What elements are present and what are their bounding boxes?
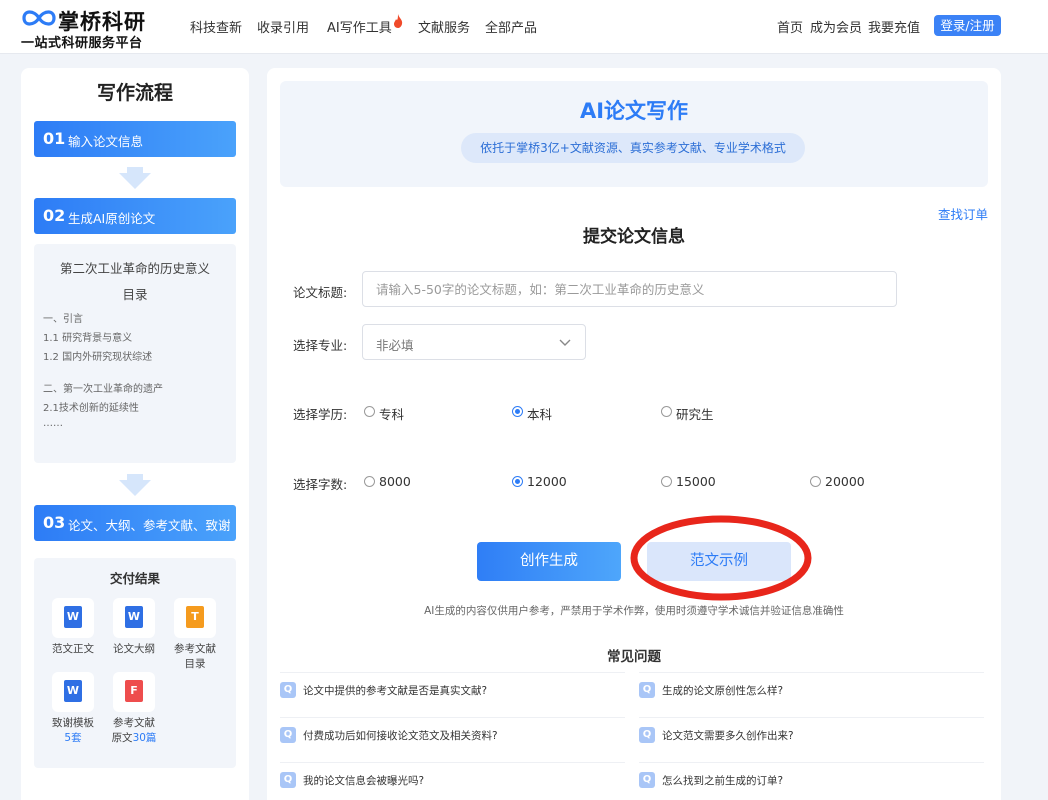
nav-sci-novelty[interactable]: 科技查新 xyxy=(190,17,242,36)
outline-line: 1.1 研究背景与意义 xyxy=(43,333,133,344)
text-doc-icon: T xyxy=(186,606,204,628)
main-panel: AI论文写作 依托于掌桥3亿+文献资源、真实参考文献、专业学术格式 查找订单 提… xyxy=(267,68,1001,800)
writing-process-sidebar: 写作流程 01 输入论文信息 02 生成AI原创论文 第二次工业革命的历史意义 … xyxy=(21,68,249,800)
step-down-arrow-icon xyxy=(119,167,151,189)
question-badge-icon: Q xyxy=(280,682,296,698)
word-doc-icon: W xyxy=(64,680,82,702)
generate-button[interactable]: 创作生成 xyxy=(477,542,621,581)
question-badge-icon: Q xyxy=(280,772,296,788)
hero-banner: AI论文写作 依托于掌桥3亿+文献资源、真实参考文献、专业学术格式 xyxy=(280,81,988,187)
step-1-input-info: 01 输入论文信息 xyxy=(34,121,236,157)
nav-literature[interactable]: 文献服务 xyxy=(418,17,470,36)
hot-flame-icon xyxy=(394,14,403,28)
nav-ai-writing[interactable]: AI写作工具 xyxy=(327,17,392,36)
faq-question: 论文范文需要多久创作出来? xyxy=(662,730,794,742)
step-number: 03 xyxy=(43,513,66,532)
word-count-label: 选择字数: xyxy=(293,477,348,492)
banner-title: AI论文写作 xyxy=(579,99,689,123)
nav-home[interactable]: 首页 xyxy=(777,17,803,36)
delivery-results-card: 交付结果 W 范文正文 W 论文大纲 T 参考文献目录 W 致谢模板 5套 F … xyxy=(34,558,236,768)
major-selected-value: 非必填 xyxy=(376,338,414,353)
step-number: 02 xyxy=(43,206,66,225)
faq-question: 付费成功后如何接收论文范文及相关资料? xyxy=(303,730,498,742)
result-count: 30篇 xyxy=(132,732,157,744)
faq-item[interactable]: Q 付费成功后如何接收论文范文及相关资料? xyxy=(280,717,625,751)
form-title: 提交论文信息 xyxy=(583,227,685,247)
step-label: 输入论文信息 xyxy=(68,134,144,149)
outline-line: 一、引言 xyxy=(43,314,83,325)
question-badge-icon: Q xyxy=(639,727,655,743)
faq-item[interactable]: Q 我的论文信息会被曝光吗? xyxy=(280,762,625,796)
faq-question: 我的论文信息会被曝光吗? xyxy=(303,775,425,787)
word-doc-icon: W xyxy=(64,606,82,628)
faq-question: 怎么找到之前生成的订单? xyxy=(662,775,784,787)
word-doc-icon: W xyxy=(125,606,143,628)
sample-example-button[interactable]: 范文示例 xyxy=(647,542,791,581)
step-number: 01 xyxy=(43,129,66,148)
result-label: 致谢模板 xyxy=(52,717,94,729)
result-label: 论文大纲 xyxy=(113,643,155,655)
outline-title: 第二次工业革命的历史意义 xyxy=(59,261,210,276)
nav-recharge[interactable]: 我要充值 xyxy=(868,17,920,36)
faq-question: 论文中提供的参考文献是否是真实文献? xyxy=(303,685,488,697)
brand-logo[interactable]: 掌桥科研 一站式科研服务平台 xyxy=(20,4,160,51)
major-label: 选择专业: xyxy=(293,338,348,353)
radio-circle xyxy=(364,406,375,417)
paper-title-input[interactable] xyxy=(362,271,897,307)
step-3-deliverables: 03 论文、大纲、参考文献、致谢 xyxy=(34,505,236,541)
step-label: 生成AI原创论文 xyxy=(68,211,156,226)
question-badge-icon: Q xyxy=(639,682,655,698)
result-label: 参考文献原文30篇 xyxy=(111,717,157,744)
radio-circle xyxy=(661,406,672,417)
brand-tagline: 一站式科研服务平台 xyxy=(21,36,143,51)
faq-question: 生成的论文原创性怎么样? xyxy=(662,685,784,697)
result-label: 范文正文 xyxy=(52,643,94,655)
result-label: 参考文献目录 xyxy=(174,643,216,670)
sample-outline-card: 第二次工业革命的历史意义 目录 一、引言 1.1 研究背景与意义 1.2 国内外… xyxy=(34,244,236,463)
result-count: 5套 xyxy=(64,732,82,744)
outline-line: …… xyxy=(43,418,63,429)
nav-membership[interactable]: 成为会员 xyxy=(810,17,862,36)
login-register-button[interactable]: 登录/注册 xyxy=(934,15,1001,36)
outline-line: 1.2 国内外研究现状综述 xyxy=(43,352,153,363)
step-label: 论文、大纲、参考文献、致谢 xyxy=(68,518,231,533)
radio-circle-selected xyxy=(512,406,523,417)
outline-line: 二、第一次工业革命的遗产 xyxy=(43,384,163,395)
step-down-arrow-icon xyxy=(119,474,151,496)
major-select[interactable]: 非必填 xyxy=(362,324,586,360)
radio-circle xyxy=(810,476,821,487)
faq-item[interactable]: Q 论文范文需要多久创作出来? xyxy=(639,717,984,751)
faq-title: 常见问题 xyxy=(607,649,661,665)
logo-infinity-icon xyxy=(22,10,56,26)
faq-item[interactable]: Q 怎么找到之前生成的订单? xyxy=(639,762,984,796)
outline-line: 2.1技术创新的延续性 xyxy=(43,403,139,414)
nav-all-products[interactable]: 全部产品 xyxy=(485,17,537,36)
ai-disclaimer: AI生成的内容仅供用户参考，严禁用于学术作弊，使用时须遵守学术诚信并验证信息准确… xyxy=(424,605,844,617)
top-header: 掌桥科研 一站式科研服务平台 科技查新 收录引用 AI写作工具 文献服务 全部产… xyxy=(0,0,1048,54)
banner-subtitle: 依托于掌桥3亿+文献资源、真实参考文献、专业学术格式 xyxy=(461,133,805,163)
question-badge-icon: Q xyxy=(280,727,296,743)
results-title: 交付结果 xyxy=(109,571,160,586)
step-2-generate: 02 生成AI原创论文 xyxy=(34,198,236,234)
faq-item[interactable]: Q 论文中提供的参考文献是否是真实文献? xyxy=(280,672,625,706)
radio-circle-selected xyxy=(512,476,523,487)
chevron-down-icon xyxy=(559,339,571,346)
faq-item[interactable]: Q 生成的论文原创性怎么样? xyxy=(639,672,984,706)
nav-citation[interactable]: 收录引用 xyxy=(257,17,309,36)
find-order-link[interactable]: 查找订单 xyxy=(938,204,988,223)
pdf-doc-icon: F xyxy=(125,680,143,702)
question-badge-icon: Q xyxy=(639,772,655,788)
title-label: 论文标题: xyxy=(293,285,348,300)
radio-circle xyxy=(661,476,672,487)
education-label: 选择学历: xyxy=(293,407,348,422)
sidebar-title: 写作流程 xyxy=(96,82,173,104)
outline-subtitle: 目录 xyxy=(122,287,148,302)
radio-circle xyxy=(364,476,375,487)
